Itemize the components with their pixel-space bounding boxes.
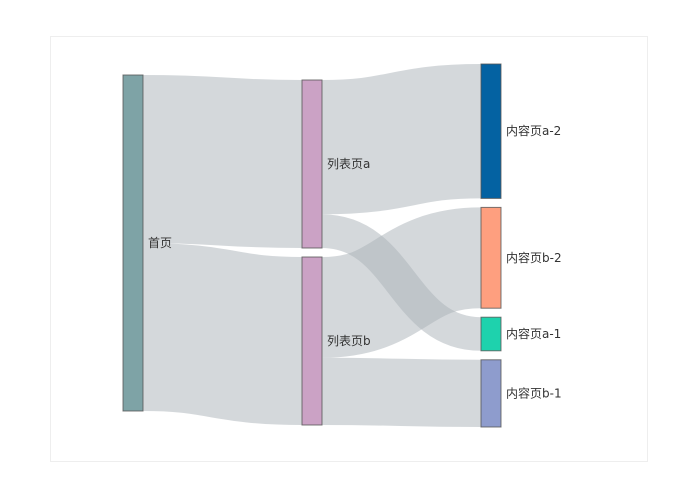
sankey-link[interactable] — [142, 75, 303, 248]
sankey-link[interactable] — [321, 357, 482, 427]
node-label: 内容页a-2 — [506, 123, 561, 138]
node-label: 首页 — [148, 236, 172, 250]
sankey-node[interactable] — [480, 316, 502, 352]
node-label: 列表页b — [327, 334, 371, 348]
sankey-link[interactable] — [142, 243, 303, 425]
sankey-link[interactable] — [321, 64, 482, 215]
sankey-node[interactable] — [480, 63, 502, 199]
sankey-node[interactable] — [301, 256, 323, 426]
node-label: 列表页a — [327, 157, 370, 171]
node-label: 内容页b-1 — [506, 385, 562, 400]
sankey-link[interactable] — [320, 207, 483, 358]
sankey-node[interactable] — [122, 74, 144, 412]
node-label: 内容页a-1 — [506, 326, 561, 341]
sankey-node[interactable] — [480, 359, 502, 428]
node-label: 内容页b-2 — [506, 250, 562, 265]
sankey-node[interactable] — [301, 79, 323, 249]
sankey-node[interactable] — [480, 206, 502, 309]
sankey-chart: 首页 列表页a 列表页b 内容页a-2 内容页b-2 内容页a-1 内容页b-1 — [122, 63, 562, 428]
